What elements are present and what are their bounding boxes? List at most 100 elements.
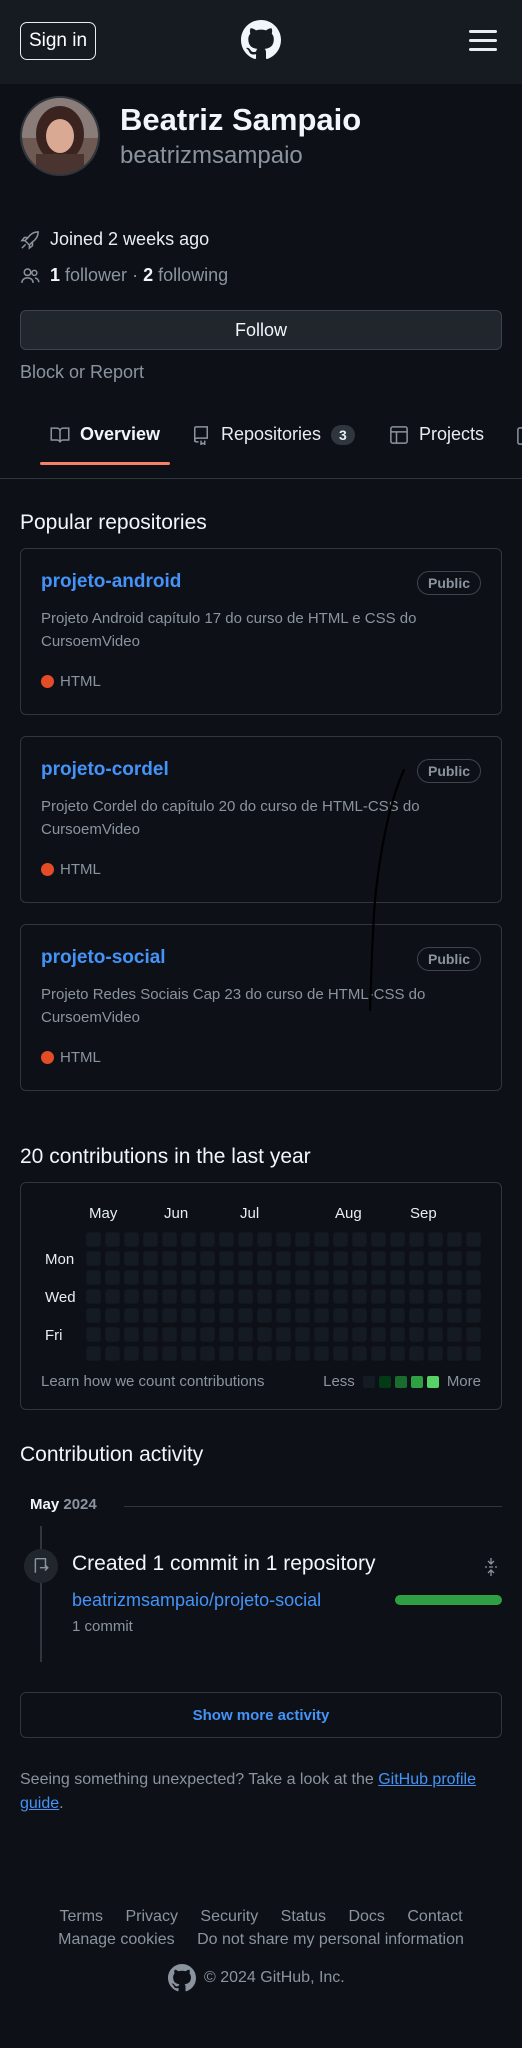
calendar-day-cell[interactable] [163, 1252, 176, 1265]
activity-repo-link[interactable]: beatrizmsampaio/projeto-social [72, 1590, 321, 1611]
calendar-day-cell[interactable] [315, 1252, 328, 1265]
calendar-day-cell[interactable] [296, 1252, 309, 1265]
calendar-day-cell[interactable] [391, 1233, 404, 1246]
calendar-day-cell[interactable] [429, 1252, 442, 1265]
learn-contributions-link[interactable]: Learn how we count contributions [41, 1373, 264, 1390]
calendar-day-cell[interactable] [410, 1309, 423, 1322]
calendar-day-cell[interactable] [448, 1233, 461, 1246]
calendar-day-cell[interactable] [334, 1309, 347, 1322]
calendar-day-cell[interactable] [258, 1252, 271, 1265]
calendar-day-cell[interactable] [144, 1271, 157, 1284]
calendar-day-cell[interactable] [201, 1271, 214, 1284]
calendar-day-cell[interactable] [467, 1233, 480, 1246]
calendar-day-cell[interactable] [353, 1347, 366, 1360]
calendar-day-cell[interactable] [87, 1328, 100, 1341]
calendar-day-cell[interactable] [372, 1309, 385, 1322]
calendar-day-cell[interactable] [353, 1328, 366, 1341]
tab-projects[interactable]: Projects [389, 424, 484, 445]
calendar-day-cell[interactable] [410, 1328, 423, 1341]
calendar-day-cell[interactable] [125, 1271, 138, 1284]
calendar-day-cell[interactable] [277, 1347, 290, 1360]
calendar-day-cell[interactable] [277, 1290, 290, 1303]
calendar-day-cell[interactable] [391, 1328, 404, 1341]
calendar-day-cell[interactable] [258, 1309, 271, 1322]
calendar-day-cell[interactable] [467, 1290, 480, 1303]
sign-in-button[interactable]: Sign in [20, 22, 96, 60]
calendar-day-cell[interactable] [315, 1328, 328, 1341]
tab-repositories[interactable]: Repositories 3 [191, 424, 355, 445]
calendar-day-cell[interactable] [201, 1233, 214, 1246]
calendar-day-cell[interactable] [220, 1328, 233, 1341]
calendar-day-cell[interactable] [277, 1233, 290, 1246]
calendar-day-cell[interactable] [429, 1328, 442, 1341]
calendar-day-cell[interactable] [467, 1347, 480, 1360]
calendar-day-cell[interactable] [448, 1271, 461, 1284]
footer-link-docs[interactable]: Docs [348, 1908, 384, 1925]
calendar-day-cell[interactable] [144, 1290, 157, 1303]
calendar-day-cell[interactable] [372, 1328, 385, 1341]
calendar-day-cell[interactable] [334, 1328, 347, 1341]
collapse-icon[interactable] [484, 1557, 498, 1577]
calendar-day-cell[interactable] [87, 1347, 100, 1360]
calendar-day-cell[interactable] [296, 1347, 309, 1360]
calendar-day-cell[interactable] [334, 1290, 347, 1303]
calendar-day-cell[interactable] [258, 1328, 271, 1341]
footer-link-security[interactable]: Security [200, 1908, 258, 1925]
menu-hamburger-icon[interactable] [469, 30, 497, 52]
calendar-day-cell[interactable] [391, 1347, 404, 1360]
calendar-day-cell[interactable] [144, 1347, 157, 1360]
calendar-day-cell[interactable] [410, 1271, 423, 1284]
calendar-day-cell[interactable] [144, 1252, 157, 1265]
calendar-day-cell[interactable] [429, 1290, 442, 1303]
calendar-day-cell[interactable] [315, 1271, 328, 1284]
calendar-day-cell[interactable] [277, 1309, 290, 1322]
calendar-day-cell[interactable] [239, 1328, 252, 1341]
footer-link-privacy[interactable]: Privacy [126, 1908, 178, 1925]
calendar-day-cell[interactable] [163, 1347, 176, 1360]
repo-name-link[interactable]: projeto-social [41, 947, 166, 969]
repo-name-link[interactable]: projeto-cordel [41, 759, 169, 781]
calendar-day-cell[interactable] [125, 1309, 138, 1322]
calendar-day-cell[interactable] [201, 1290, 214, 1303]
calendar-day-cell[interactable] [144, 1233, 157, 1246]
repo-name-link[interactable]: projeto-android [41, 571, 181, 593]
calendar-day-cell[interactable] [182, 1309, 195, 1322]
calendar-day-cell[interactable] [467, 1252, 480, 1265]
calendar-day-cell[interactable] [296, 1271, 309, 1284]
calendar-day-cell[interactable] [334, 1233, 347, 1246]
calendar-day-cell[interactable] [106, 1271, 119, 1284]
calendar-day-cell[interactable] [163, 1271, 176, 1284]
calendar-day-cell[interactable] [334, 1271, 347, 1284]
calendar-day-cell[interactable] [239, 1271, 252, 1284]
tab-overflow-icon[interactable] [516, 426, 522, 446]
calendar-day-cell[interactable] [448, 1290, 461, 1303]
calendar-day-cell[interactable] [315, 1309, 328, 1322]
follow-button[interactable]: Follow [20, 310, 502, 350]
calendar-day-cell[interactable] [391, 1271, 404, 1284]
calendar-day-cell[interactable] [448, 1328, 461, 1341]
calendar-day-cell[interactable] [372, 1233, 385, 1246]
calendar-day-cell[interactable] [125, 1233, 138, 1246]
calendar-day-cell[interactable] [106, 1309, 119, 1322]
calendar-day-cell[interactable] [182, 1233, 195, 1246]
calendar-day-cell[interactable] [296, 1290, 309, 1303]
calendar-day-cell[interactable] [296, 1309, 309, 1322]
calendar-day-cell[interactable] [87, 1233, 100, 1246]
calendar-day-cell[interactable] [315, 1233, 328, 1246]
github-logo-icon[interactable] [168, 1964, 196, 1992]
calendar-day-cell[interactable] [144, 1328, 157, 1341]
calendar-day-cell[interactable] [220, 1290, 233, 1303]
calendar-day-cell[interactable] [258, 1290, 271, 1303]
calendar-day-cell[interactable] [429, 1309, 442, 1322]
calendar-day-cell[interactable] [277, 1328, 290, 1341]
calendar-day-cell[interactable] [182, 1271, 195, 1284]
calendar-day-cell[interactable] [258, 1347, 271, 1360]
calendar-day-cell[interactable] [201, 1309, 214, 1322]
calendar-day-cell[interactable] [410, 1290, 423, 1303]
calendar-day-cell[interactable] [353, 1252, 366, 1265]
calendar-day-cell[interactable] [334, 1252, 347, 1265]
calendar-day-cell[interactable] [353, 1290, 366, 1303]
block-or-report-link[interactable]: Block or Report [20, 362, 144, 383]
calendar-day-cell[interactable] [239, 1347, 252, 1360]
calendar-day-cell[interactable] [429, 1233, 442, 1246]
